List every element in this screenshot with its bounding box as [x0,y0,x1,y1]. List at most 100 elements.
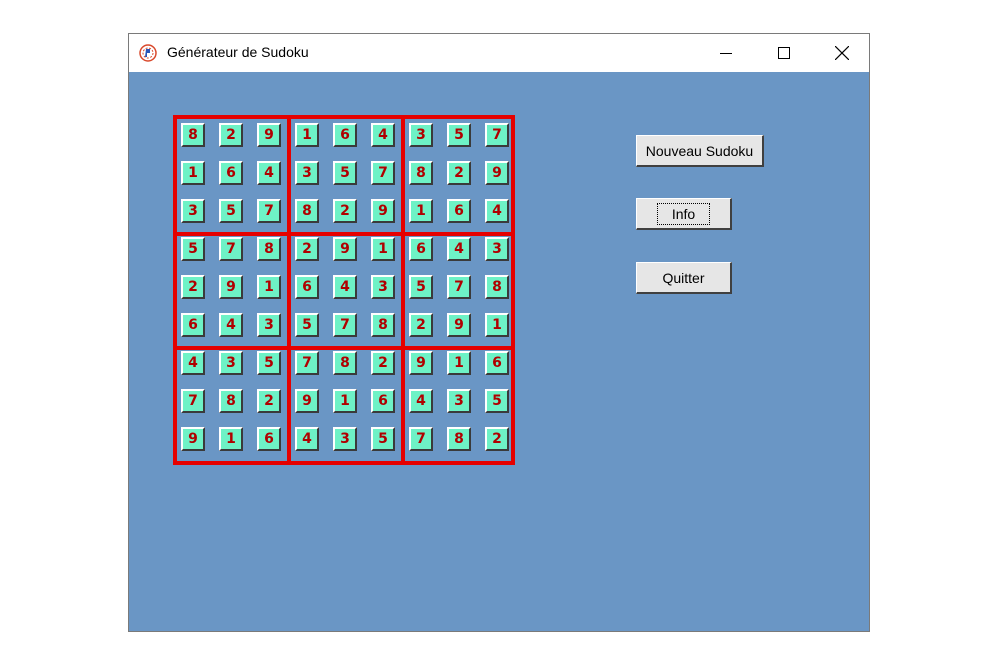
sudoku-cell[interactable]: 9 [409,351,433,375]
sudoku-cell[interactable]: 7 [371,161,395,185]
close-icon [835,46,849,60]
sudoku-cell[interactable]: 2 [295,237,319,261]
sudoku-cell[interactable]: 5 [447,123,471,147]
sudoku-cell[interactable]: 1 [371,237,395,261]
sudoku-cell[interactable]: 1 [257,275,281,299]
sudoku-cell[interactable]: 3 [409,123,433,147]
maximize-button[interactable] [755,34,813,72]
sudoku-cell[interactable]: 5 [257,351,281,375]
sudoku-cell[interactable]: 5 [295,313,319,337]
sudoku-cell[interactable]: 8 [333,351,357,375]
sudoku-cell[interactable]: 5 [181,237,205,261]
sudoku-cell[interactable]: 7 [447,275,471,299]
sudoku-cell[interactable]: 9 [485,161,509,185]
sudoku-cell[interactable]: 6 [181,313,205,337]
sudoku-cell[interactable]: 3 [333,427,357,451]
app-window: Générateur de Sudoku 8291643571643578293… [128,33,870,632]
sudoku-cell[interactable]: 5 [485,389,509,413]
sudoku-cell[interactable]: 9 [371,199,395,223]
sudoku-cell[interactable]: 2 [257,389,281,413]
sudoku-cell[interactable]: 8 [409,161,433,185]
sudoku-cell[interactable]: 7 [485,123,509,147]
sudoku-cell[interactable]: 4 [485,199,509,223]
sudoku-cell[interactable]: 5 [219,199,243,223]
quit-label: Quitter [662,269,705,286]
sudoku-cell[interactable]: 2 [409,313,433,337]
sudoku-cell[interactable]: 2 [219,123,243,147]
sudoku-cell[interactable]: 4 [333,275,357,299]
sudoku-cell[interactable]: 6 [485,351,509,375]
sudoku-cell[interactable]: 4 [447,237,471,261]
sudoku-cell[interactable]: 1 [219,427,243,451]
sudoku-cell[interactable]: 8 [219,389,243,413]
sudoku-cell[interactable]: 9 [219,275,243,299]
sudoku-cell[interactable]: 7 [219,237,243,261]
sudoku-cell[interactable]: 4 [295,427,319,451]
sudoku-cell[interactable]: 4 [181,351,205,375]
sudoku-cell[interactable]: 9 [181,427,205,451]
maximize-icon [778,47,790,59]
app-icon [139,44,157,62]
sudoku-cell[interactable]: 4 [219,313,243,337]
sudoku-cell[interactable]: 5 [409,275,433,299]
sudoku-cell[interactable]: 2 [371,351,395,375]
sudoku-cell[interactable]: 3 [219,351,243,375]
sudoku-cell[interactable]: 1 [333,389,357,413]
sudoku-cell[interactable]: 6 [371,389,395,413]
box-divider-horizontal [177,232,511,236]
sudoku-cell[interactable]: 2 [447,161,471,185]
minimize-button[interactable] [697,34,755,72]
sudoku-board: 8291643571643578293578291645782916432916… [173,115,515,465]
sudoku-cell[interactable]: 3 [295,161,319,185]
sudoku-cell[interactable]: 4 [257,161,281,185]
sudoku-cell[interactable]: 9 [295,389,319,413]
sudoku-cell[interactable]: 3 [485,237,509,261]
close-button[interactable] [813,34,871,72]
info-label: Info [656,202,711,225]
info-button[interactable]: Info [636,198,732,230]
sudoku-cell[interactable]: 1 [181,161,205,185]
sudoku-cell[interactable]: 9 [333,237,357,261]
minimize-icon [720,53,732,54]
sudoku-cell[interactable]: 1 [409,199,433,223]
sudoku-cell[interactable]: 8 [257,237,281,261]
box-divider-vertical [401,119,405,461]
sudoku-cell[interactable]: 8 [371,313,395,337]
sudoku-cell[interactable]: 2 [485,427,509,451]
sudoku-cell[interactable]: 7 [333,313,357,337]
sudoku-cell[interactable]: 1 [485,313,509,337]
sudoku-cell[interactable]: 6 [447,199,471,223]
sudoku-cell[interactable]: 6 [295,275,319,299]
sudoku-cell[interactable]: 1 [295,123,319,147]
sudoku-cell[interactable]: 6 [409,237,433,261]
sudoku-cell[interactable]: 4 [371,123,395,147]
sudoku-cell[interactable]: 5 [371,427,395,451]
sudoku-cell[interactable]: 3 [257,313,281,337]
window-title: Générateur de Sudoku [167,44,309,60]
sudoku-cell[interactable]: 8 [447,427,471,451]
sudoku-cell[interactable]: 7 [409,427,433,451]
sudoku-cell[interactable]: 5 [333,161,357,185]
sudoku-cell[interactable]: 9 [257,123,281,147]
sudoku-cell[interactable]: 7 [181,389,205,413]
sudoku-cell[interactable]: 7 [295,351,319,375]
sudoku-cell[interactable]: 2 [181,275,205,299]
sudoku-cell[interactable]: 6 [257,427,281,451]
sudoku-cell[interactable]: 6 [219,161,243,185]
box-divider-horizontal [177,346,511,350]
sudoku-cell[interactable]: 9 [447,313,471,337]
sudoku-cell[interactable]: 2 [333,199,357,223]
quit-button[interactable]: Quitter [636,262,732,294]
sudoku-cell[interactable]: 8 [181,123,205,147]
sudoku-cell[interactable]: 1 [447,351,471,375]
sudoku-cell[interactable]: 7 [257,199,281,223]
new-sudoku-button[interactable]: Nouveau Sudoku [636,135,764,167]
sudoku-cell[interactable]: 6 [333,123,357,147]
title-bar[interactable]: Générateur de Sudoku [129,34,869,72]
sudoku-cell[interactable]: 3 [371,275,395,299]
sudoku-cell[interactable]: 8 [295,199,319,223]
sudoku-cell[interactable]: 3 [447,389,471,413]
sudoku-cell[interactable]: 4 [409,389,433,413]
sudoku-cell[interactable]: 3 [181,199,205,223]
sudoku-cell[interactable]: 8 [485,275,509,299]
